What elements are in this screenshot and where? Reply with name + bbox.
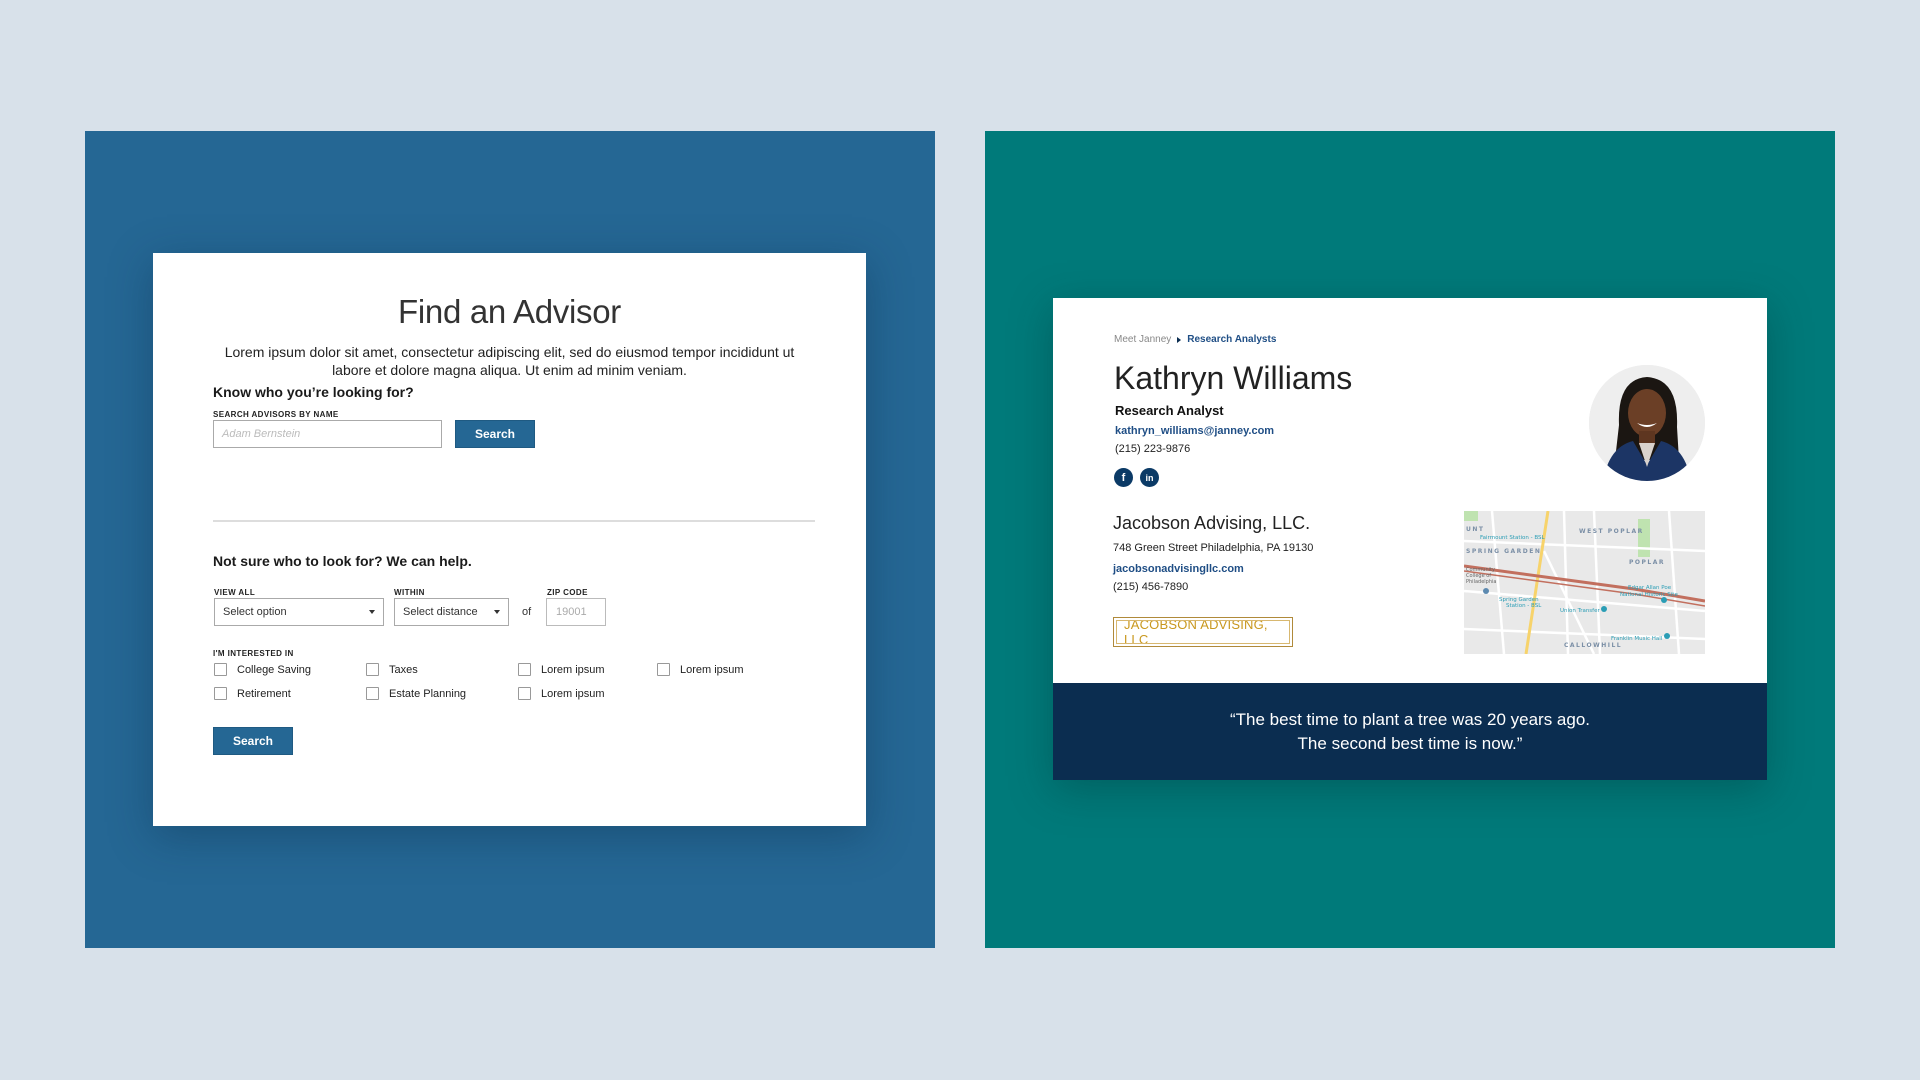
interest-checkbox-lorem-1[interactable]: Lorem ipsum: [518, 663, 605, 676]
svg-text:Union Transfer: Union Transfer: [1560, 608, 1600, 614]
facebook-icon[interactable]: f: [1114, 468, 1133, 487]
chevron-down-icon: [494, 610, 500, 614]
quote-line-2: The second best time is now.”: [1297, 733, 1523, 753]
svg-text:Franklin Music Hall: Franklin Music Hall: [1611, 636, 1663, 642]
checkbox-label: Taxes: [389, 663, 418, 676]
section-divider: [213, 520, 815, 522]
find-advisor-card: Find an Advisor Lorem ipsum dolor sit am…: [153, 253, 866, 826]
svg-text:National Historic Site: National Historic Site: [1620, 592, 1678, 598]
checkbox-label: Lorem ipsum: [541, 687, 605, 700]
company-logo: JACOBSON ADVISING, LLC: [1113, 617, 1293, 647]
view-all-select[interactable]: Select option: [214, 598, 384, 626]
quote-line-1: “The best time to plant a tree was 20 ye…: [1229, 709, 1591, 729]
avatar-photo-icon: [1589, 365, 1705, 481]
page-description: Lorem ipsum dolor sit amet, consectetur …: [224, 344, 795, 378]
within-label: WITHIN: [394, 588, 425, 597]
svg-text:Station - BSL: Station - BSL: [1506, 603, 1542, 609]
breadcrumb-caret-icon: [1177, 336, 1182, 343]
map-graphic-icon: UNT WEST POPLAR SPRING GARDEN POPLAR CAL…: [1464, 511, 1705, 654]
view-all-label: VIEW ALL: [214, 588, 256, 597]
advisor-email-link[interactable]: kathryn_williams@janney.com: [1115, 425, 1274, 437]
zip-code-placeholder: 19001: [556, 606, 587, 618]
company-website-link[interactable]: jacobsonadvisingllc.com: [1113, 563, 1244, 575]
checkbox-icon[interactable]: [518, 687, 531, 700]
interest-checkbox-taxes[interactable]: Taxes: [366, 663, 418, 676]
company-phone: (215) 456-7890: [1113, 581, 1189, 593]
advisor-profile-card: Meet Janney Research Analysts Kathryn Wi…: [1053, 298, 1767, 780]
checkbox-icon[interactable]: [366, 687, 379, 700]
company-name: Jacobson Advising, LLC.: [1113, 513, 1311, 533]
advisor-title: Research Analyst: [1115, 403, 1224, 418]
location-map[interactable]: UNT WEST POPLAR SPRING GARDEN POPLAR CAL…: [1464, 511, 1705, 654]
svg-text:SPRING GARDEN: SPRING GARDEN: [1466, 548, 1541, 555]
linkedin-icon[interactable]: in: [1140, 468, 1159, 487]
avatar: [1589, 365, 1705, 481]
known-advisor-heading: Know who you’re looking for?: [213, 384, 414, 400]
checkbox-label: College Saving: [237, 663, 311, 676]
svg-text:Fairmount Station - BSL: Fairmount Station - BSL: [1480, 535, 1546, 541]
profile-showcase-panel: Meet Janney Research Analysts Kathryn Wi…: [985, 131, 1835, 948]
checkbox-label: Lorem ipsum: [680, 663, 744, 676]
breadcrumb-research-analysts[interactable]: Research Analysts: [1187, 334, 1276, 345]
search-by-name-label: SEARCH ADVISORS BY NAME: [213, 410, 339, 419]
interests-label: I'M INTERESTED IN: [213, 649, 294, 658]
checkbox-icon[interactable]: [657, 663, 670, 676]
page-title: Find an Advisor: [398, 293, 621, 330]
zip-code-label: ZIP CODE: [547, 588, 588, 597]
checkbox-icon[interactable]: [214, 687, 227, 700]
checkbox-label: Lorem ipsum: [541, 663, 605, 676]
svg-text:UNT: UNT: [1466, 526, 1485, 533]
svg-text:Philadelphia: Philadelphia: [1466, 579, 1496, 585]
view-all-value: Select option: [223, 606, 287, 618]
advisor-phone: (215) 223-9876: [1115, 443, 1191, 455]
checkbox-icon[interactable]: [214, 663, 227, 676]
zip-code-input[interactable]: 19001: [546, 598, 606, 626]
advisor-name: Kathryn Williams: [1114, 360, 1353, 396]
advisor-name-placeholder: Adam Bernstein: [222, 428, 301, 440]
interest-checkbox-lorem-2[interactable]: Lorem ipsum: [657, 663, 744, 676]
distance-select[interactable]: Select distance: [394, 598, 509, 626]
breadcrumb: Meet Janney Research Analysts: [1114, 334, 1276, 345]
quote-banner: “The best time to plant a tree was 20 ye…: [1053, 683, 1767, 780]
svg-text:POPLAR: POPLAR: [1629, 559, 1665, 566]
interest-checkbox-estate-planning[interactable]: Estate Planning: [366, 687, 466, 700]
checkbox-icon[interactable]: [518, 663, 531, 676]
search-by-name-button[interactable]: Search: [455, 420, 535, 448]
interest-checkbox-lorem-3[interactable]: Lorem ipsum: [518, 687, 605, 700]
of-text: of: [522, 606, 532, 618]
svg-text:CALLOWHILL: CALLOWHILL: [1564, 642, 1622, 649]
find-advisor-showcase-panel: Find an Advisor Lorem ipsum dolor sit am…: [85, 131, 935, 948]
checkbox-label: Estate Planning: [389, 687, 467, 700]
distance-value: Select distance: [403, 606, 478, 618]
checkbox-icon[interactable]: [366, 663, 379, 676]
checkbox-label: Retirement: [237, 687, 291, 700]
svg-text:Edgar Allan Poe: Edgar Allan Poe: [1628, 585, 1672, 591]
help-heading: Not sure who to look for? We can help.: [213, 553, 472, 569]
search-filters-button[interactable]: Search: [213, 727, 293, 755]
advisor-name-input[interactable]: Adam Bernstein: [213, 420, 442, 448]
interest-checkbox-retirement[interactable]: Retirement: [214, 687, 291, 700]
company-address: 748 Green Street Philadelphia, PA 19130: [1113, 542, 1314, 554]
svg-text:WEST POPLAR: WEST POPLAR: [1579, 528, 1644, 535]
chevron-down-icon: [369, 610, 375, 614]
interest-checkbox-college-saving[interactable]: College Saving: [214, 663, 311, 676]
breadcrumb-meet-janney[interactable]: Meet Janney: [1114, 334, 1171, 345]
